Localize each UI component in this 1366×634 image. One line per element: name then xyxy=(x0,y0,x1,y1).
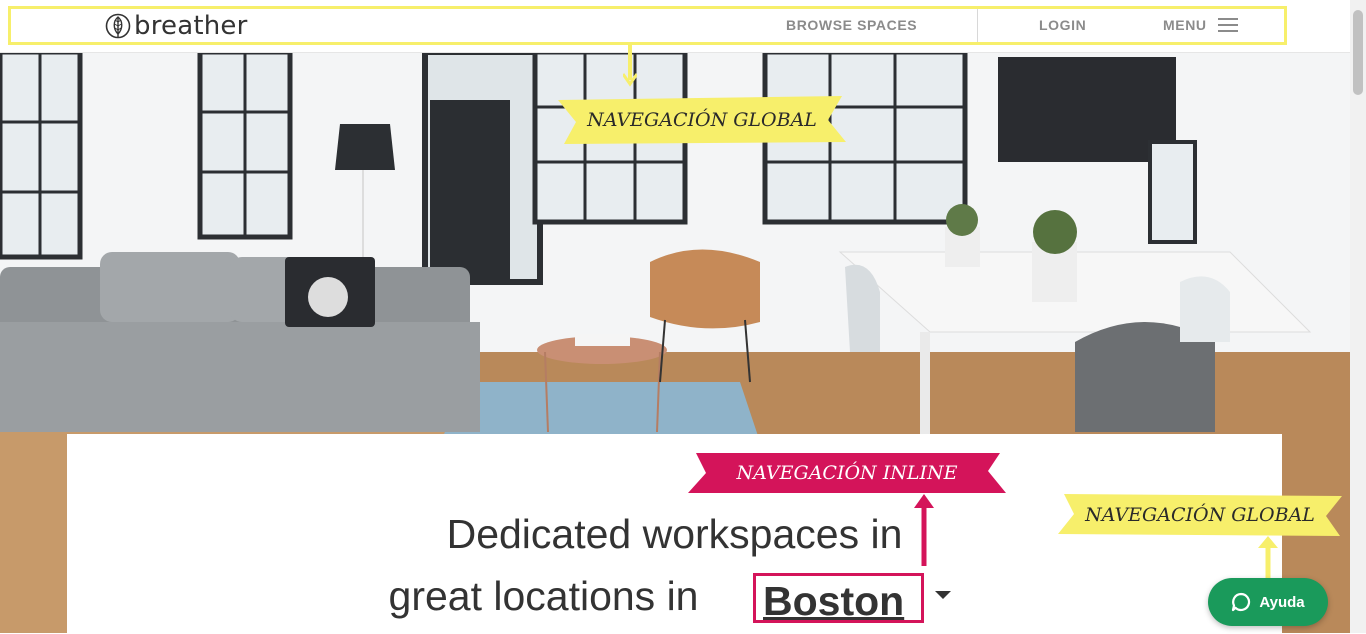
headline-line2-text: great locations in xyxy=(388,573,699,619)
headline-line2: great locations in xyxy=(67,576,1282,617)
city-selector[interactable]: Boston xyxy=(753,573,924,625)
annotation-global-bottom: NAVEGACIÓN GLOBAL xyxy=(1058,492,1342,538)
annotation-global-top-label: NAVEGACIÓN GLOBAL xyxy=(587,109,817,131)
city-link[interactable]: Boston xyxy=(763,578,904,625)
annotation-global-top: NAVEGACIÓN GLOBAL xyxy=(558,96,846,144)
annotation-inline: NAVEGACIÓN INLINE xyxy=(688,451,1006,495)
chat-bubble-icon xyxy=(1232,592,1251,612)
help-button[interactable]: Ayuda xyxy=(1208,578,1328,626)
caret-down-icon[interactable] xyxy=(935,591,951,599)
scrollbar-thumb[interactable] xyxy=(1353,10,1363,95)
help-label: Ayuda xyxy=(1259,593,1305,611)
arrow-up-icon xyxy=(914,494,934,566)
page-scrollbar[interactable] xyxy=(1350,0,1366,633)
arrow-down-icon xyxy=(623,44,637,87)
annotation-global-bottom-label: NAVEGACIÓN GLOBAL xyxy=(1085,504,1315,526)
annotation-inline-label: NAVEGACIÓN INLINE xyxy=(736,462,958,484)
global-nav-highlight xyxy=(8,6,1287,45)
arrow-up-icon xyxy=(1258,536,1278,580)
